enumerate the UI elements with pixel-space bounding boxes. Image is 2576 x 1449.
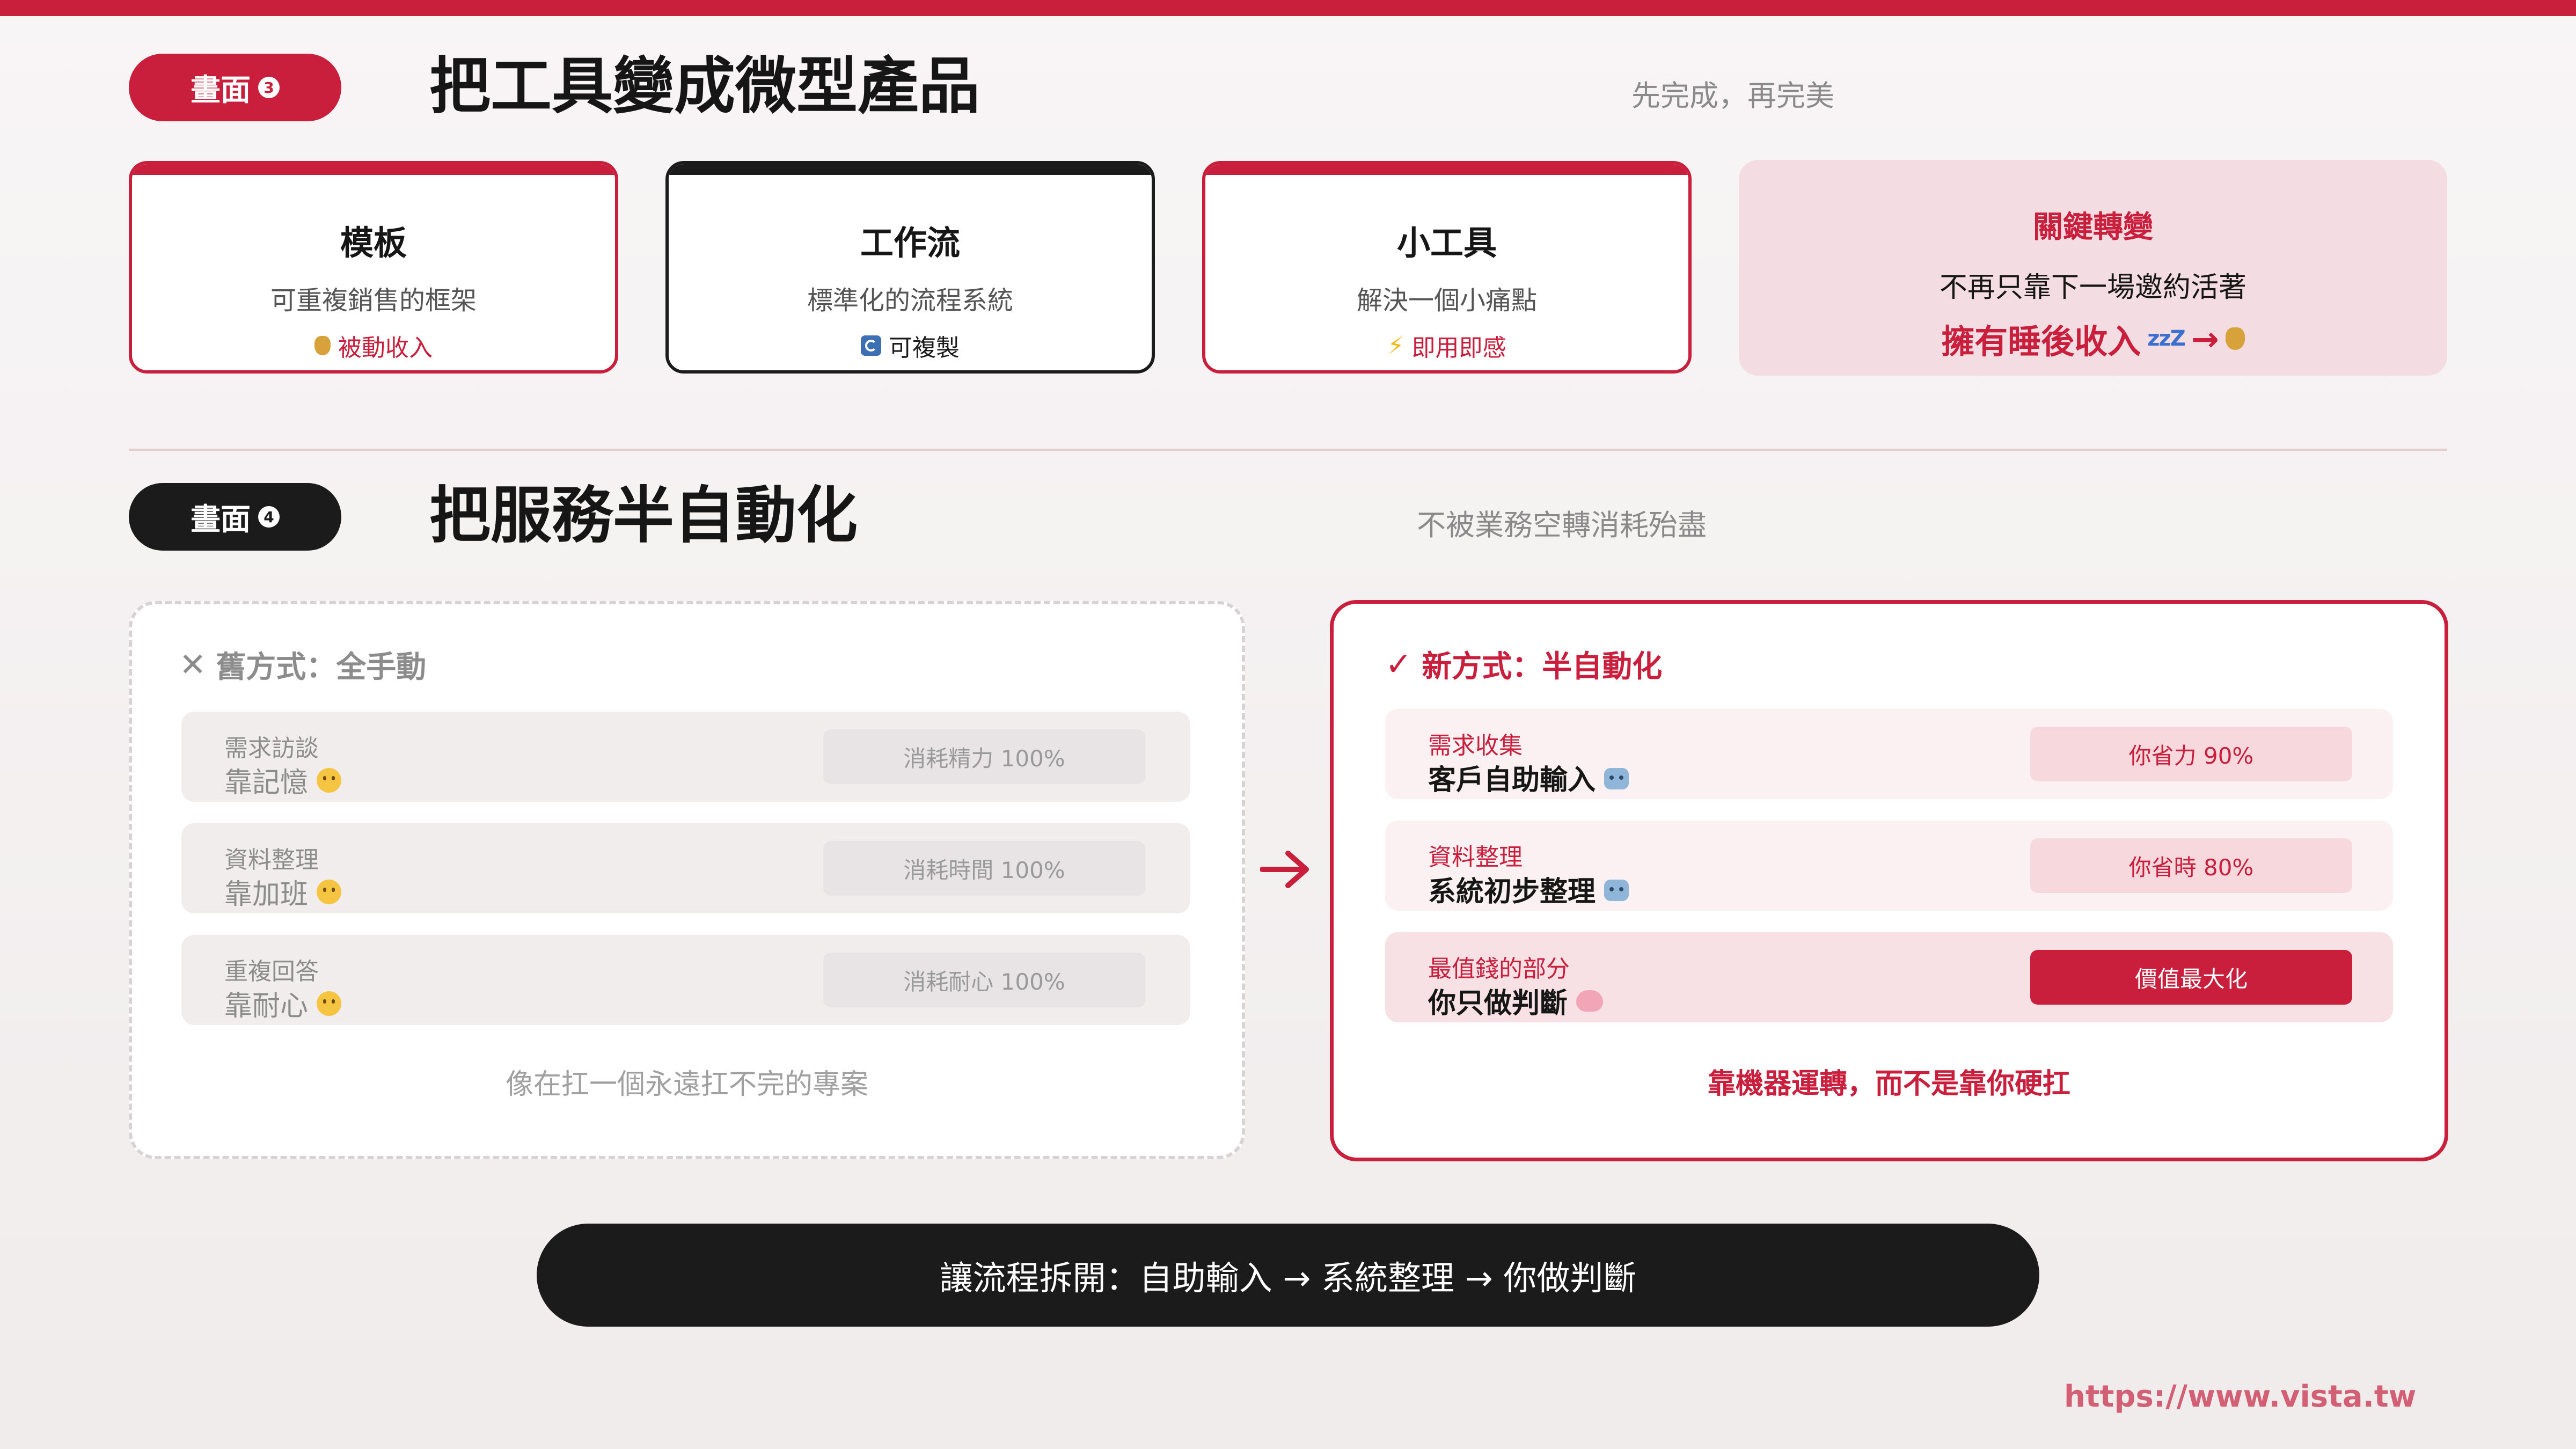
card-cap [669,164,1152,175]
card-title: 工作流 [860,223,960,262]
lightning-icon: ⚡ [1387,332,1404,360]
card-title: 小工具 [1396,223,1497,262]
card-tag-label: 被動收入 [338,334,433,362]
row-value: 靠記憶 [224,760,342,800]
card-tag-label: 可複製 [889,334,960,362]
process-summary-bar: 讓流程拆開：自助輸入 → 系統整理 → 你做判斷 [537,1224,2039,1327]
new-way-row-highlight: 最值錢的部分 你只做判斷 價值最大化 [1385,932,2393,1022]
section3-title: 把工具變成微型產品 [429,50,980,122]
old-way-row: 需求訪談 靠記憶 消耗精力 100% [181,712,1190,802]
row-chip: 消耗耐心 100% [823,953,1145,1007]
row-value-text: 系統初步整理 [1428,876,1596,908]
arrow-right-icon: → [2191,319,2219,358]
row-label: 資料整理 [1428,844,1523,871]
card-tag: ⚡ 即用即感 [1388,328,1506,363]
section3-badge-label: 畫面 [191,72,251,108]
card-desc: 可重複銷售的框架 [270,286,477,316]
section4-badge-label: 畫面 [191,502,251,537]
section4-title: 把服務半自動化 [429,480,858,551]
sweat-face-icon [317,879,342,904]
row-value-text: 客戶自助輸入 [1428,764,1596,796]
row-label: 需求收集 [1428,732,1523,759]
key-shift-box: 關鍵轉變 不再只靠下一場邀約活著 擁有睡後收入 zzZ → [1739,160,2447,376]
card-tag-label: 即用即感 [1411,334,1506,362]
row-value-text: 靠耐心 [224,990,309,1022]
old-way-footer: 像在扛一個永遠扛不完的專案 [505,1069,868,1101]
card-desc: 解決一個小痛點 [1356,286,1537,316]
row-value-text: 靠加班 [224,879,309,911]
cross-icon: ✕ [179,646,207,684]
row-chip: 消耗精力 100% [823,729,1145,784]
new-way-heading-text: 新方式：半自動化 [1422,649,1663,684]
site-url[interactable]: https://www.vista.tw [2064,1379,2416,1414]
row-label: 需求訪談 [224,735,319,762]
process-summary-text: 讓流程拆開：自助輸入 → 系統整理 → 你做判斷 [939,1258,1637,1298]
card-workflow: 工作流 標準化的流程系統 可複製 [665,161,1155,374]
key-shift-title: 關鍵轉變 [2033,210,2153,245]
section3-badge-number: 3 [258,77,280,98]
row-label: 資料整理 [224,846,319,874]
money-bag-icon [2225,327,2245,350]
card-small-tool: 小工具 解決一個小痛點 ⚡ 即用即感 [1202,161,1692,374]
section-divider [129,449,2447,451]
row-value: 靠加班 [224,872,342,912]
key-shift-line: 不再只靠下一場邀約活著 [1939,272,2246,304]
section3-badge: 畫面 3 [129,54,341,121]
top-accent-bar [0,0,2576,16]
key-shift-highlight: 擁有睡後收入 zzZ → [1941,314,2245,363]
section4-badge: 畫面 4 [129,483,341,551]
old-way-panel: ✕ 舊方式：全手動 需求訪談 靠記憶 消耗精力 100% 資料整理 靠加班 消耗… [129,601,1245,1159]
row-label: 重複回答 [224,958,319,985]
row-label: 最值錢的部分 [1428,955,1570,983]
row-chip: 你省時 80% [2030,838,2352,893]
card-tag: 被動收入 [314,328,433,363]
old-way-heading-text: 舊方式：全手動 [216,650,427,685]
section3-subtitle: 先完成，再完美 [1631,79,1834,113]
check-icon: ✓ [1385,645,1413,683]
steam-face-icon [317,991,342,1016]
brain-icon [1576,990,1604,1012]
new-way-row: 資料整理 系統初步整理 你省時 80% [1385,821,2393,911]
row-value: 客戶自助輸入 [1428,757,1629,797]
new-way-panel: ✓ 新方式：半自動化 需求收集 客戶自助輸入 你省力 90% 資料整理 系統初步… [1330,600,2448,1161]
old-way-row: 資料整理 靠加班 消耗時間 100% [181,823,1190,913]
row-chip: 價值最大化 [2030,950,2352,1005]
new-way-heading: ✓ 新方式：半自動化 [1385,642,1662,686]
sleep-icon: zzZ [2147,326,2186,351]
row-value-text: 靠記憶 [224,767,309,799]
card-cap [1205,164,1688,175]
row-value-text: 你只做判斷 [1428,987,1568,1020]
card-template: 模板 可重複銷售的框架 被動收入 [129,161,618,374]
card-title: 模板 [340,223,407,262]
robot-icon [1604,767,1629,789]
astonished-face-icon [317,767,342,793]
arrow-right-icon [1260,851,1309,888]
old-way-row: 重複回答 靠耐心 消耗耐心 100% [181,935,1190,1025]
money-bag-icon [314,336,331,355]
row-chip: 你省力 90% [2030,727,2352,781]
row-value: 靠耐心 [224,983,342,1023]
row-chip: 消耗時間 100% [823,841,1145,896]
cycle-icon [861,335,881,356]
section4-badge-number: 4 [258,506,280,528]
row-value: 系統初步整理 [1428,869,1629,909]
robot-icon [1604,879,1629,901]
row-value: 你只做判斷 [1428,980,1604,1021]
card-tag: 可複製 [861,328,960,363]
card-desc: 標準化的流程系統 [807,286,1013,316]
new-way-footer: 靠機器運轉，而不是靠你硬扛 [1707,1068,2070,1100]
key-shift-highlight-text: 擁有睡後收入 [1941,322,2141,361]
card-cap [132,164,615,175]
old-way-heading: ✕ 舊方式：全手動 [179,643,426,686]
section4-subtitle: 不被業務空轉消耗殆盡 [1417,508,1707,542]
new-way-row: 需求收集 客戶自助輸入 你省力 90% [1385,709,2393,799]
